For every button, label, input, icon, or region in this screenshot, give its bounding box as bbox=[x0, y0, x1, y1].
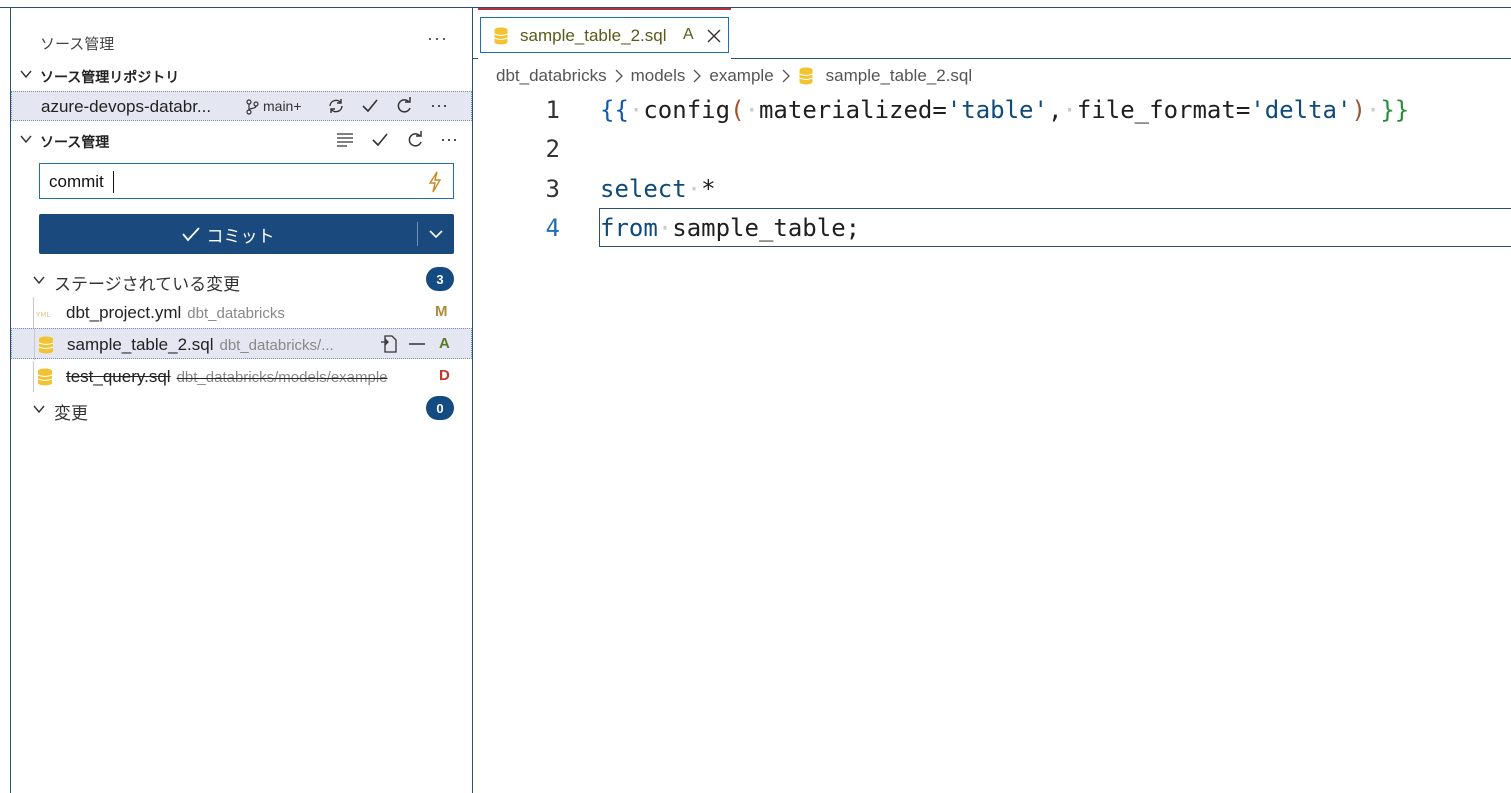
staged-file-row[interactable]: test_query.sql dbt_databricks/models/exam… bbox=[11, 361, 472, 392]
close-icon[interactable] bbox=[705, 27, 723, 45]
tab-file-name: sample_table_2.sql bbox=[520, 26, 667, 45]
chevron-down-icon bbox=[33, 405, 45, 414]
editor-area: sample_table_2.sql A dbt_databricks mode… bbox=[473, 8, 1511, 793]
unstage-icon[interactable] bbox=[406, 333, 428, 355]
tab-focus-outline: sample_table_2.sql A bbox=[480, 17, 729, 53]
code-line-current[interactable]: 4 from·sample_table; bbox=[473, 208, 1511, 247]
database-file-icon bbox=[494, 27, 508, 45]
file-name: test_query.sql bbox=[66, 367, 171, 386]
database-file-icon bbox=[37, 368, 53, 386]
tree-indent-guide bbox=[33, 297, 34, 328]
staged-count-badge: 3 bbox=[426, 267, 454, 291]
refresh-icon[interactable] bbox=[393, 95, 415, 117]
deleted-status: D bbox=[439, 367, 450, 384]
chevron-down-icon bbox=[429, 230, 443, 239]
commit-dropdown-button[interactable] bbox=[418, 214, 454, 254]
generate-message-sparkle-icon[interactable] bbox=[426, 170, 444, 194]
text-caret bbox=[113, 171, 114, 193]
source-control-section-header[interactable]: ソース管理 ··· bbox=[11, 128, 472, 154]
commit-check-icon[interactable] bbox=[359, 95, 381, 117]
line-number: 2 bbox=[545, 135, 560, 163]
editor-tab-active[interactable]: sample_table_2.sql A bbox=[478, 8, 731, 59]
line-text: {{·config(·materialized='table',·file_fo… bbox=[600, 96, 1410, 124]
code-line[interactable]: 1 {{·config(·materialized='table',·file_… bbox=[473, 90, 1511, 129]
check-icon bbox=[181, 227, 200, 242]
chevron-right-icon bbox=[693, 69, 702, 83]
code-line[interactable]: 2 bbox=[473, 129, 1511, 168]
view-as-list-icon[interactable] bbox=[334, 129, 356, 151]
chevron-down-icon bbox=[20, 70, 32, 79]
commit-button[interactable]: コミット bbox=[39, 214, 454, 254]
breadcrumb-item[interactable]: sample_table_2.sql bbox=[826, 66, 972, 86]
sidebar-title: ソース管理 bbox=[40, 36, 115, 53]
commit-check-icon[interactable] bbox=[369, 129, 391, 151]
database-file-icon bbox=[38, 336, 54, 354]
commit-message-value[interactable]: commit bbox=[49, 172, 104, 192]
line-number: 3 bbox=[545, 175, 560, 203]
repository-name: azure-devops-databr... bbox=[41, 97, 212, 116]
line-text: select·* bbox=[600, 175, 716, 203]
git-branch-icon bbox=[246, 99, 259, 115]
file-name: dbt_project.yml bbox=[66, 303, 182, 322]
chevron-down-icon bbox=[20, 135, 32, 144]
commit-message-input[interactable]: commit bbox=[39, 163, 454, 199]
modified-status: M bbox=[435, 303, 448, 320]
tree-indent-guide bbox=[34, 329, 35, 360]
line-number: 1 bbox=[545, 96, 560, 124]
section-label: ソース管理リポジトリ bbox=[40, 69, 180, 85]
changes-label: 変更 bbox=[54, 404, 88, 423]
repositories-section-header[interactable]: ソース管理リポジトリ bbox=[11, 63, 472, 89]
file-name: sample_table_2.sql bbox=[67, 335, 214, 354]
more-actions-icon[interactable]: ··· bbox=[427, 28, 448, 49]
staged-file-row[interactable]: YML dbt_project.yml dbt_databricks M bbox=[11, 297, 472, 328]
file-directory: dbt_databricks/models/example bbox=[176, 369, 388, 386]
breadcrumb: dbt_databricks models example sample_tab… bbox=[496, 65, 972, 87]
changes-count-badge: 0 bbox=[426, 396, 454, 420]
sc-more-icon[interactable]: ··· bbox=[438, 128, 460, 150]
tree-indent-guide bbox=[33, 361, 34, 392]
added-status: A bbox=[439, 335, 450, 352]
tab-status: A bbox=[683, 26, 694, 43]
changes-header[interactable]: 変更 0 bbox=[11, 395, 472, 423]
editor-tab-bar: sample_table_2.sql A bbox=[473, 8, 1511, 59]
staged-changes-label: ステージされている変更 bbox=[54, 275, 241, 294]
file-directory: dbt_databricks bbox=[187, 305, 285, 322]
database-file-icon bbox=[798, 67, 813, 85]
repository-row[interactable]: azure-devops-databr... main+ ··· bbox=[11, 91, 472, 121]
code-line[interactable]: 3 select·* bbox=[473, 169, 1511, 208]
repo-more-icon[interactable]: ··· bbox=[428, 94, 450, 116]
sync-icon[interactable] bbox=[325, 95, 347, 117]
refresh-icon[interactable] bbox=[404, 129, 426, 151]
staged-file-row[interactable]: sample_table_2.sql dbt_databricks/... A bbox=[11, 328, 472, 360]
file-directory: dbt_databricks/... bbox=[219, 337, 334, 354]
open-file-icon[interactable] bbox=[378, 333, 400, 355]
breadcrumb-item[interactable]: example bbox=[709, 66, 773, 86]
breadcrumb-item[interactable]: models bbox=[631, 66, 686, 86]
source-control-sidebar: ソース管理 ··· ソース管理リポジトリ azure-devops-databr… bbox=[11, 8, 472, 793]
yaml-file-icon: YML bbox=[36, 311, 50, 319]
staged-changes-header[interactable]: ステージされている変更 3 bbox=[11, 266, 472, 294]
line-text: from·sample_table; bbox=[600, 214, 861, 242]
branch-name[interactable]: main+ bbox=[263, 98, 302, 114]
chevron-right-icon bbox=[782, 69, 790, 83]
line-number: 4 bbox=[545, 214, 560, 242]
commit-button-main[interactable]: コミット bbox=[39, 214, 416, 254]
section-label: ソース管理 bbox=[40, 134, 110, 150]
svg-text:YML: YML bbox=[36, 311, 50, 319]
breadcrumb-item[interactable]: dbt_databricks bbox=[496, 66, 607, 86]
chevron-right-icon bbox=[615, 69, 623, 83]
chevron-down-icon bbox=[33, 276, 45, 285]
commit-button-label: コミット bbox=[206, 226, 275, 246]
